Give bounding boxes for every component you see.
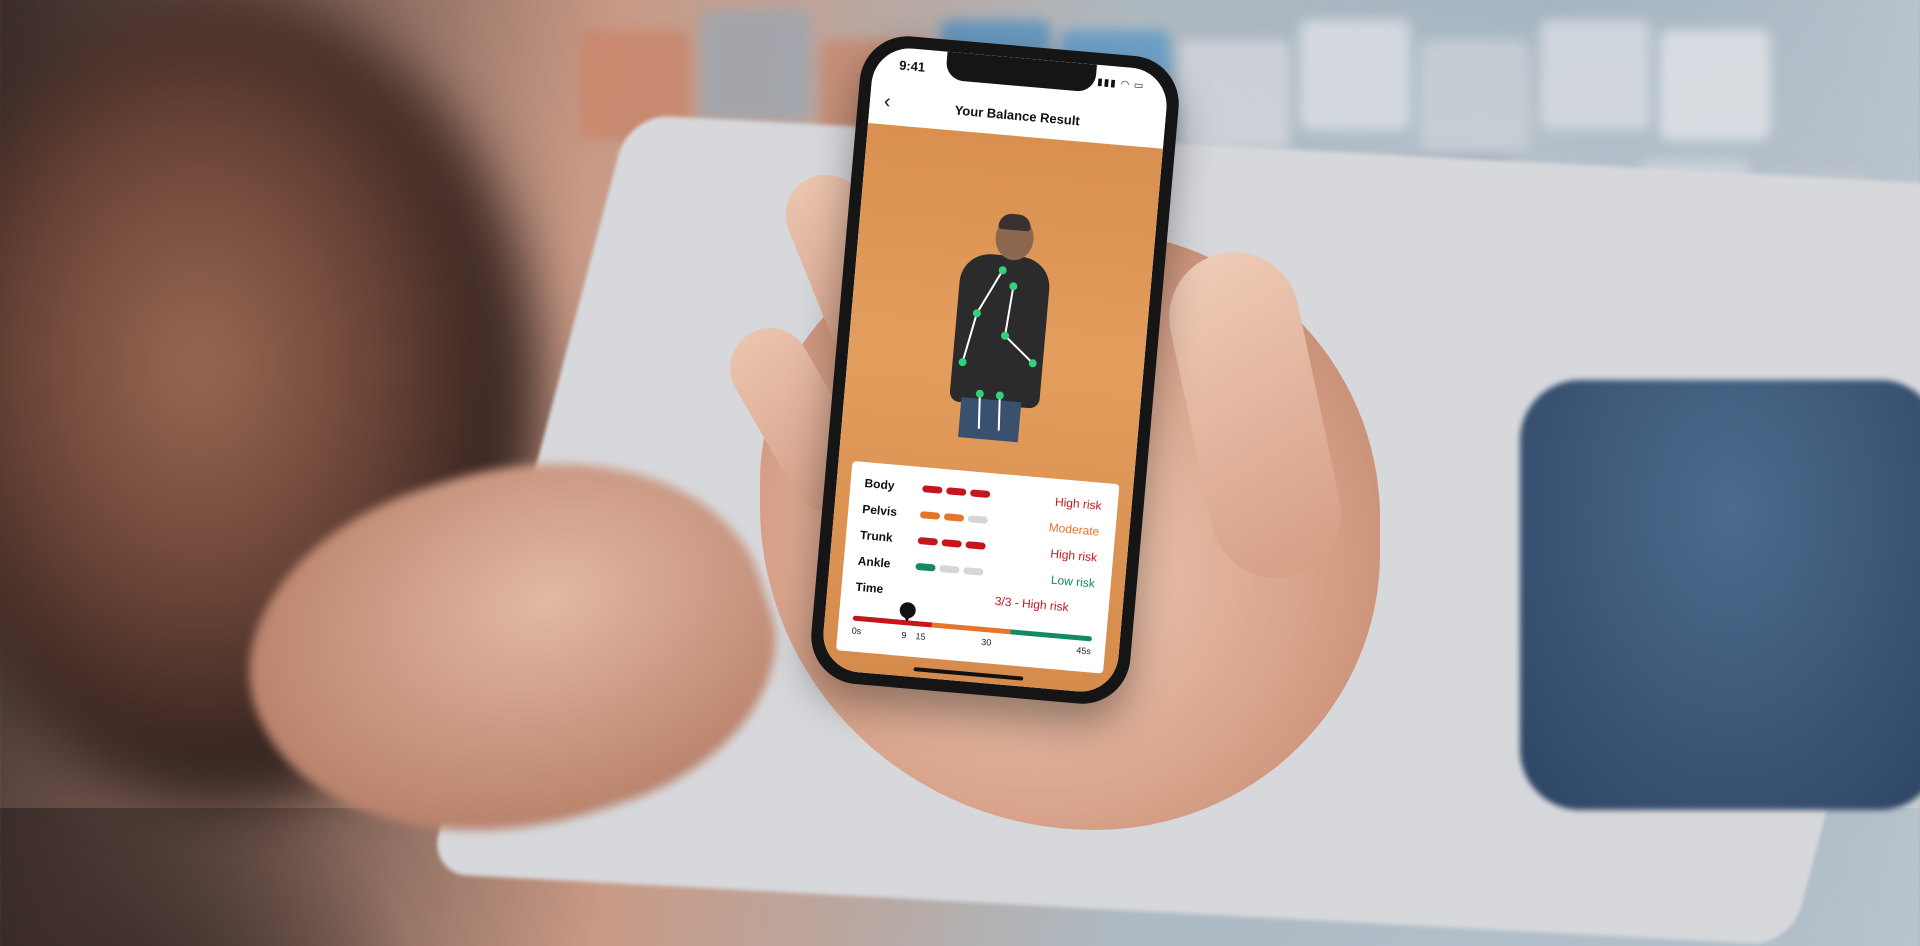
jeans-knee [1520,380,1920,810]
timeline-label: 0s [851,625,862,637]
timeline-label: 15 [915,631,926,642]
risk-label: Low risk [1050,572,1096,591]
timeline-label: 30 [980,636,992,648]
risk-bars [915,562,985,577]
results-panel: Body High risk Pelvis Moderate Trunk Hig… [835,460,1120,674]
timeline-bar [852,615,1093,642]
risk-label: Moderate [1048,520,1100,539]
balance-video-frame: Body High risk Pelvis Moderate Trunk Hig… [820,122,1163,695]
signal-wifi-battery-icon: ▮▮▮ ◠ ▭ [1096,76,1145,92]
timeline-label: 45s [1075,645,1092,657]
walking-person [937,211,1065,443]
risk-bars [919,511,990,525]
timeline-label: 9 [901,629,907,641]
risk-label: 3/3 - High risk [994,593,1070,615]
risk-bars [922,485,992,499]
risk-label: High risk [1049,546,1098,565]
risk-label: High risk [1054,494,1103,513]
status-time: 9:41 [898,57,926,75]
user-position-marker-icon [899,601,917,619]
pose-skeleton-overlay [958,266,1037,431]
phone-screen: 9:41 ▮▮▮ ◠ ▭ ‹ Your Balance Result Body … [820,45,1170,695]
smartphone: 9:41 ▮▮▮ ◠ ▭ ‹ Your Balance Result Body … [807,32,1183,708]
risk-bars [917,536,987,551]
